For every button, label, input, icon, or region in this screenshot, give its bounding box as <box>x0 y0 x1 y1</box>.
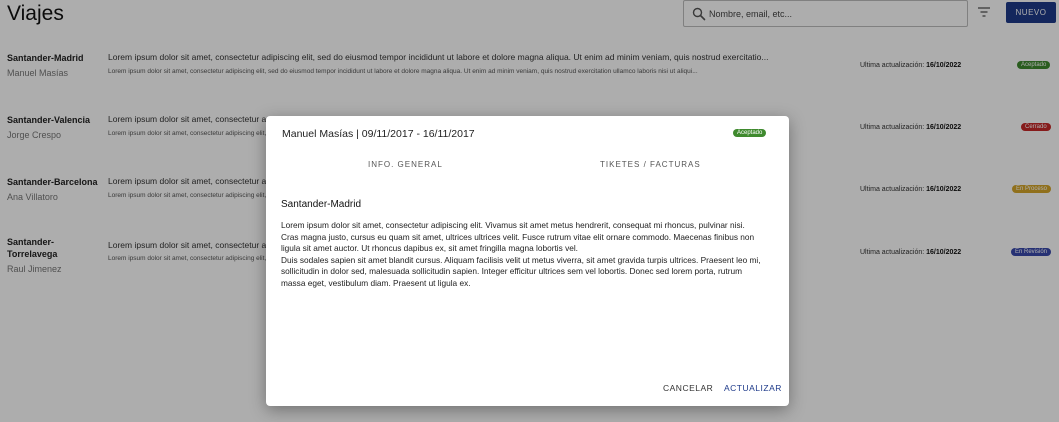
tab-info-general[interactable]: INFO. GENERAL <box>368 160 443 169</box>
modal-status-badge: Aceptado <box>733 129 767 137</box>
trip-modal: Manuel Masías | 09/11/2017 - 16/11/2017 … <box>266 116 789 406</box>
modal-title: Manuel Masías | 09/11/2017 - 16/11/2017 <box>282 128 475 140</box>
modal-body-text: Lorem ipsum dolor sit amet, consectetur … <box>281 220 761 288</box>
cancel-button[interactable]: CANCELAR <box>663 383 713 393</box>
tab-tickets[interactable]: TIKETES / FACTURAS <box>600 160 701 169</box>
section-title: Santander-Madrid <box>281 199 362 210</box>
update-button[interactable]: ACTUALIZAR <box>724 383 782 393</box>
